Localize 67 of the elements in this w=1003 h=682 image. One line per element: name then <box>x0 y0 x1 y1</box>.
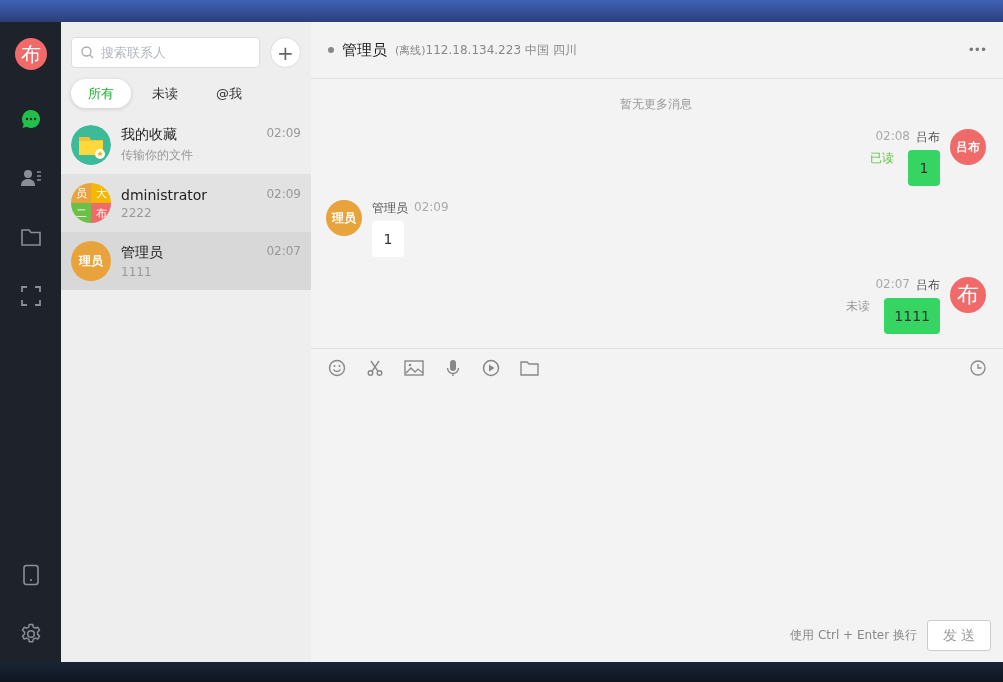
sender-name: 管理员 <box>372 200 408 217</box>
search-field[interactable]: 搜索联系人 <box>71 37 260 68</box>
avatar-cell: 大 <box>91 183 111 203</box>
avatar-cell: 员 <box>71 183 91 203</box>
search-icon <box>81 46 94 59</box>
chat-title: 管理员 <box>342 40 387 60</box>
message-time: 02:07 <box>266 243 301 260</box>
sender-avatar: 吕布 <box>950 129 986 165</box>
scissors-button[interactable] <box>366 358 384 377</box>
message-bubble: 1 <box>372 221 404 257</box>
contact-avatar: 理员 <box>71 241 111 281</box>
settings-nav-button[interactable] <box>19 623 42 645</box>
play-icon <box>482 358 500 377</box>
smiley-icon <box>328 358 346 377</box>
add-button[interactable]: + <box>270 37 301 68</box>
image-icon <box>404 358 424 377</box>
conversation-item[interactable]: 理员 管理员 02:07 1111 <box>61 232 311 290</box>
message-time: 02:09 <box>414 200 449 216</box>
ip-location: 112.18.134.223 中国 四川 <box>425 41 577 59</box>
settings-icon <box>19 623 42 645</box>
scissors-icon <box>366 358 384 377</box>
message-preview: 1111 <box>121 264 153 279</box>
conversation-item[interactable]: 我的收藏 02:09 传输你的文件 <box>61 116 311 174</box>
folder-button[interactable] <box>520 358 539 377</box>
fullscreen-nav-button[interactable] <box>19 285 42 307</box>
sender-name: 吕布 <box>916 129 940 146</box>
sender-avatar: 理员 <box>326 200 362 236</box>
folder-nav-button[interactable] <box>19 226 42 248</box>
message-time: 02:08 <box>875 129 910 145</box>
microphone-button[interactable] <box>444 358 462 377</box>
conversation-item[interactable]: 员 大 二 布 dministrator 02:09 2222 <box>61 174 311 232</box>
emoji-button[interactable] <box>328 358 346 377</box>
message-time: 02:09 <box>266 186 301 203</box>
message-preview: 传输你的文件 <box>121 147 194 164</box>
filter-tab[interactable]: @我 <box>199 79 259 108</box>
avatar-cell: 二 <box>71 203 91 223</box>
history-clock-icon[interactable] <box>970 359 986 376</box>
read-status: 未读 <box>846 298 871 315</box>
contact-name: 我的收藏 <box>121 126 177 144</box>
contact-name: 管理员 <box>121 243 163 262</box>
no-more-messages: 暂无更多消息 <box>620 96 692 113</box>
contact-card-icon <box>19 167 42 189</box>
folder-icon <box>520 358 539 377</box>
offline-dot <box>328 47 334 53</box>
fullscreen-icon <box>19 285 42 307</box>
video-button[interactable] <box>482 358 500 377</box>
message-bubble: 1 <box>908 150 940 186</box>
sender-name: 吕布 <box>916 277 940 294</box>
read-status: 已读 <box>870 150 894 167</box>
filter-tab[interactable]: 未读 <box>135 79 195 108</box>
folder-icon <box>19 226 42 248</box>
more-button[interactable]: ••• <box>967 43 986 57</box>
online-status: (离线) <box>395 42 426 58</box>
shortcut-hint: 使用 Ctrl + Enter 换行 <box>790 627 917 644</box>
message-preview: 2222 <box>121 205 153 220</box>
message-bubble: 1111 <box>884 298 940 334</box>
image-button[interactable] <box>404 358 424 377</box>
chat-icon <box>19 108 42 130</box>
message-time: 02:09 <box>266 126 301 142</box>
contacts-nav-button[interactable] <box>19 167 42 189</box>
chat-nav-button[interactable] <box>19 108 42 130</box>
message-time: 02:07 <box>875 277 910 293</box>
sender-avatar: 布 <box>950 277 986 313</box>
contact-name: dministrator <box>121 186 208 203</box>
microphone-icon <box>444 358 462 377</box>
avatar-cell: 布 <box>91 203 111 223</box>
folder-avatar-icon <box>71 125 111 165</box>
